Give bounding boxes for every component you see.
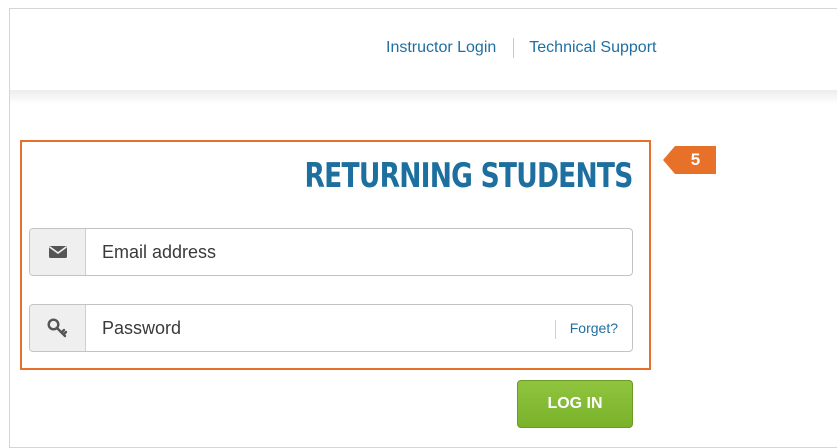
callout-number: 5 [675, 146, 716, 174]
header-divider [10, 90, 837, 104]
nav-divider [513, 38, 515, 58]
login-button[interactable]: LOG IN [517, 380, 633, 428]
section-title: RETURNING STUDENTS [304, 156, 634, 196]
top-nav: Instructor Login Technical Support [386, 38, 656, 58]
callout-badge: 5 [663, 146, 716, 174]
technical-support-link[interactable]: Technical Support [529, 39, 656, 57]
email-field [29, 228, 633, 276]
password-field: Forget? [29, 304, 633, 352]
email-input[interactable] [86, 229, 632, 275]
envelope-icon [30, 229, 86, 275]
key-icon [30, 305, 86, 351]
callout-arrow [663, 146, 675, 174]
password-input[interactable] [86, 305, 555, 351]
forget-password-link[interactable]: Forget? [556, 305, 632, 351]
instructor-login-link[interactable]: Instructor Login [386, 39, 496, 57]
